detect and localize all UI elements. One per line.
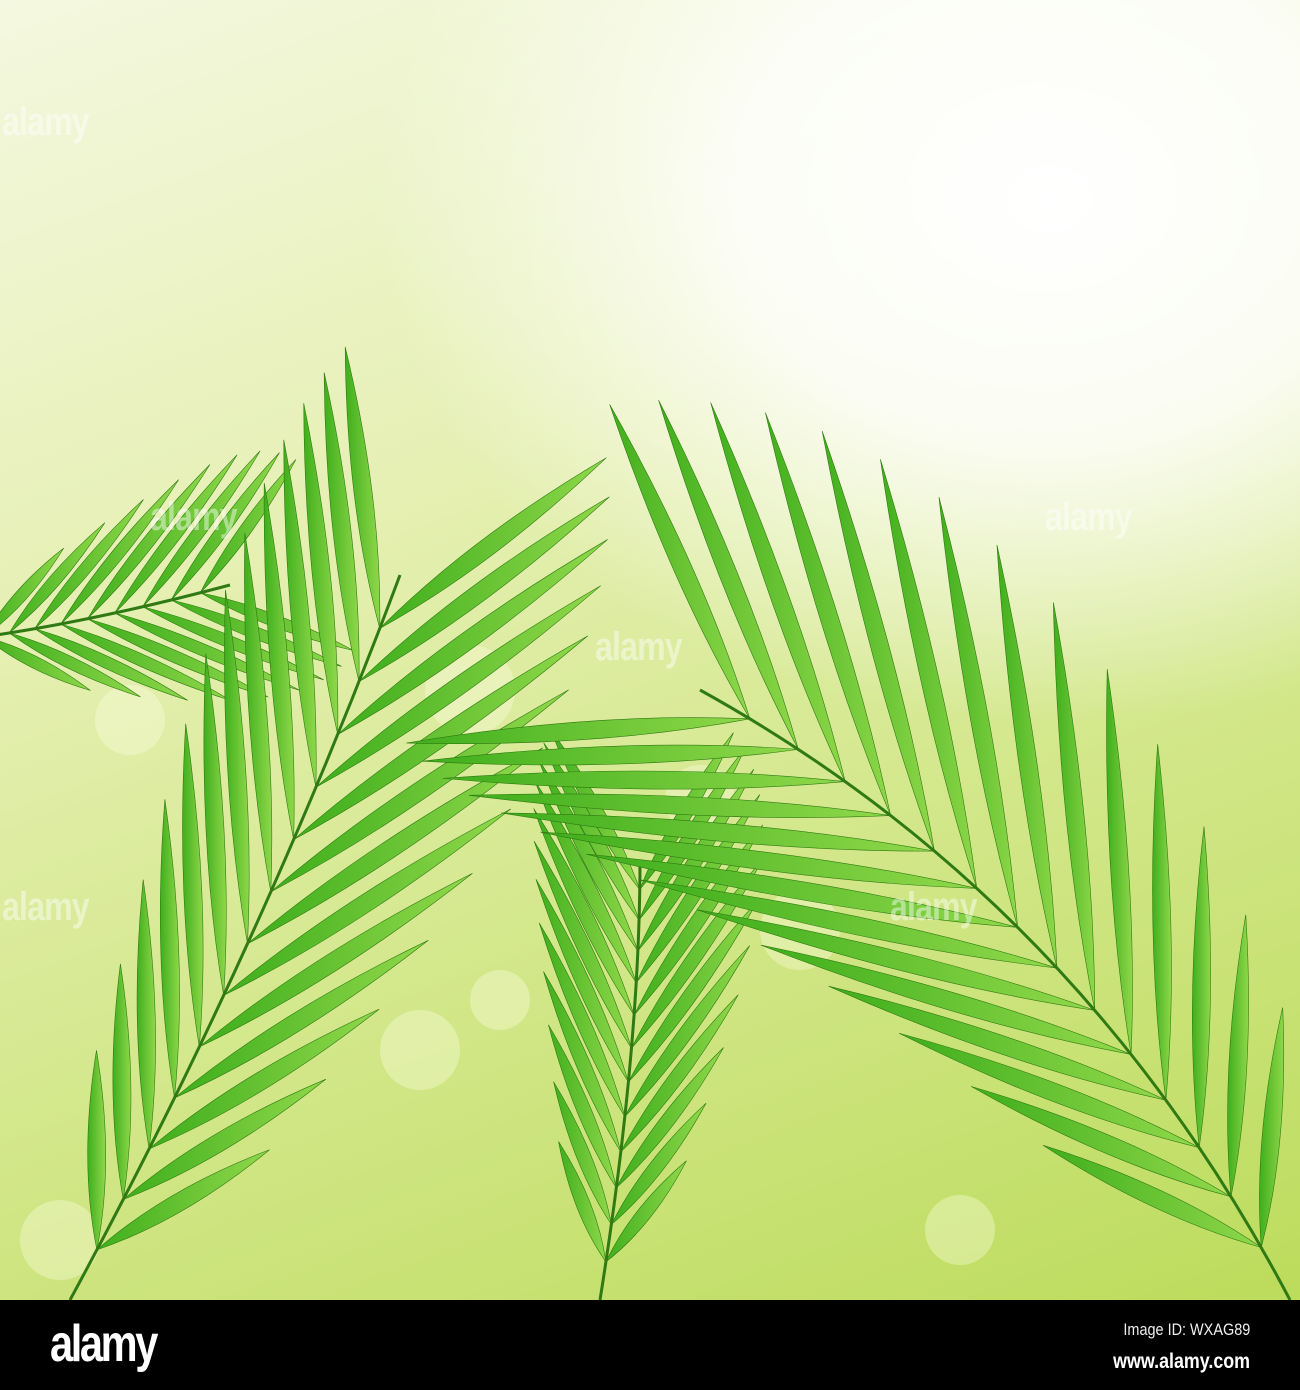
leaflet [1053,602,1096,1011]
bokeh-light [380,1010,460,1090]
palm-leaves-photo: alamy alamy alamy alamy alamy alamy [0,0,1300,1300]
watermark: alamy [890,885,978,929]
leaflet [1259,1007,1285,1248]
leaflet [203,653,227,996]
alamy-logo: alamy [50,1315,158,1373]
leaflet [8,522,106,634]
leaflet [136,879,156,1149]
leaflet [938,497,1018,928]
watermark: alamy [150,495,238,539]
website-url: www.alamy.com [1113,1350,1250,1373]
leaflet [182,723,204,1047]
leaflet [1227,914,1249,1197]
watermark: alamy [2,885,90,929]
palm-frond [68,346,610,1300]
leaflet [1106,669,1133,1055]
leaflet [1192,826,1211,1148]
watermark: alamy [2,100,90,144]
leaflet [760,944,1132,1055]
bokeh-light [470,970,530,1030]
watermark: alamy [595,625,683,669]
leaflet [828,985,1167,1101]
footer-bar: alamy Image ID: WXAG89 www.alamy.com [0,1300,1300,1390]
watermark: alamy [1045,495,1133,539]
leaflet [996,544,1058,969]
leaflet [159,799,180,1099]
leaflet [0,547,64,625]
bokeh-light [925,1195,995,1265]
leaflet [112,963,132,1200]
leaflet [616,1047,724,1189]
leaflet [1152,744,1172,1101]
image-id: Image ID: WXAG89 [1123,1320,1250,1339]
bokeh-light [95,685,165,755]
leaflet [898,1032,1200,1148]
